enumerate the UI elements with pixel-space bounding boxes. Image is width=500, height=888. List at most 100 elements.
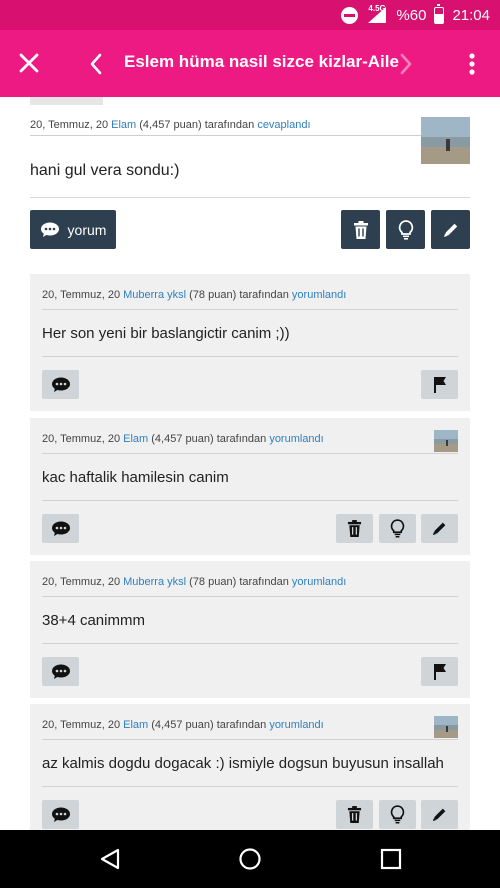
comment-button-label: yorum [67,221,107,238]
comment-text: Her son yeni bir baslangictir canim ;)) [42,325,290,342]
reply-button[interactable] [42,800,79,829]
tip-button[interactable] [379,514,416,543]
comment-text: 38+4 canimmm [42,612,145,629]
comment-action-link[interactable]: yorumlandı [269,433,323,445]
comment-meta: 20, Temmuz, 20 Muberra yksl (78 puan) ta… [42,289,346,301]
page-title: Eslem hüma nasil sizce kizlar-Aile [124,52,399,71]
answer-action-link[interactable]: cevaplandı [257,119,310,131]
comment-points: (78 puan) [189,576,237,588]
comment-card: 20, Temmuz, 20 Elam (4,457 puan) tarafın… [30,704,470,830]
divider [42,596,458,597]
comment-card: 20, Temmuz, 20 Muberra yksl (78 puan) ta… [30,561,470,698]
reply-button[interactable] [42,514,79,543]
pencil-icon [432,522,446,536]
back-arrow-icon[interactable] [84,50,108,78]
battery-icon [434,3,445,24]
comment-meta: 20, Temmuz, 20 Elam (4,457 puan) tarafın… [42,433,324,445]
speech-bubble-icon [40,222,59,237]
comment-card: 20, Temmuz, 20 Muberra yksl (78 puan) ta… [30,274,470,411]
trash-icon [347,806,362,823]
comment-action-link[interactable]: yorumlandı [292,576,346,588]
forward-arrow-icon[interactable] [394,50,418,78]
comment-by: tarafından [216,433,267,445]
divider [42,643,458,644]
lightbulb-icon [398,219,413,240]
delete-button[interactable] [341,210,380,249]
flag-icon [433,663,446,680]
speech-bubble-icon [51,377,70,392]
edit-button[interactable] [431,210,470,249]
comment-card: 20, Temmuz, 20 Elam (4,457 puan) tarafın… [30,418,470,555]
comment-button[interactable]: yorum [30,210,116,249]
battery-percent: %60 [396,6,427,24]
previous-block-edge [30,97,103,105]
nav-back-icon[interactable] [98,847,122,871]
pencil-icon [443,223,457,237]
report-button[interactable] [421,657,458,686]
divider [42,739,458,740]
answer-points: (4,457 puan) [139,119,202,131]
more-vert-icon[interactable] [462,48,482,80]
divider [30,197,470,198]
nav-home-icon[interactable] [238,847,262,871]
signal-icon: 4.5G [366,4,388,24]
divider [42,309,458,310]
comment-by: tarafından [239,576,289,588]
nav-recents-icon[interactable] [379,847,403,871]
comment-user-link[interactable]: Muberra yksl [123,576,186,588]
answer-text: hani gul vera sondu:) [30,162,180,179]
answer-user-link[interactable]: Elam [111,119,136,131]
network-type: 4.5G [368,4,386,13]
lightbulb-icon [390,805,405,824]
comment-points: (4,457 puan) [151,433,214,445]
comment-date: 20, Temmuz, 20 [42,433,121,445]
reply-button[interactable] [42,370,79,399]
answer-by: tarafından [204,119,255,131]
divider [42,786,458,787]
comment-user-link[interactable]: Elam [123,433,148,445]
comment-by: tarafından [216,719,267,731]
comment-date: 20, Temmuz, 20 [42,576,121,588]
tip-button[interactable] [386,210,425,249]
delete-button[interactable] [336,514,373,543]
clock: 21:04 [452,6,490,24]
comment-action-link[interactable]: yorumlandı [292,289,346,301]
comment-points: (78 puan) [189,289,237,301]
tip-button[interactable] [379,800,416,829]
divider [30,135,422,136]
divider [42,453,458,454]
comment-text: kac haftalik hamilesin canim [42,469,229,486]
close-icon[interactable] [14,48,44,78]
app-bar: Eslem hüma nasil sizce kizlar-Aile [0,30,500,97]
comment-by: tarafından [239,289,289,301]
comment-date: 20, Temmuz, 20 [42,289,121,301]
trash-icon [353,220,368,239]
delete-button[interactable] [336,800,373,829]
user-avatar[interactable] [434,716,458,738]
system-nav-bar [0,830,500,888]
trash-icon [347,520,362,537]
comment-user-link[interactable]: Elam [123,719,148,731]
divider [42,356,458,357]
reply-button[interactable] [42,657,79,686]
pencil-icon [432,808,446,822]
report-button[interactable] [421,370,458,399]
comment-points: (4,457 puan) [151,719,214,731]
status-icons: 4.5G %60 21:04 [341,0,490,30]
answer-meta: 20, Temmuz, 20 Elam (4,457 puan) tarafın… [30,119,311,131]
user-avatar[interactable] [434,430,458,452]
answer-date: 20, Temmuz, 20 [30,119,109,131]
comment-action-link[interactable]: yorumlandı [269,719,323,731]
do-not-disturb-icon [341,6,359,24]
status-bar: 4.5G %60 21:04 [0,0,500,30]
user-avatar[interactable] [421,117,470,164]
edit-button[interactable] [421,800,458,829]
comment-user-link[interactable]: Muberra yksl [123,289,186,301]
content-area[interactable]: 20, Temmuz, 20 Elam (4,457 puan) tarafın… [0,97,500,830]
lightbulb-icon [390,519,405,538]
edit-button[interactable] [421,514,458,543]
comment-date: 20, Temmuz, 20 [42,719,121,731]
speech-bubble-icon [51,521,70,536]
comment-meta: 20, Temmuz, 20 Muberra yksl (78 puan) ta… [42,576,346,588]
divider [42,500,458,501]
